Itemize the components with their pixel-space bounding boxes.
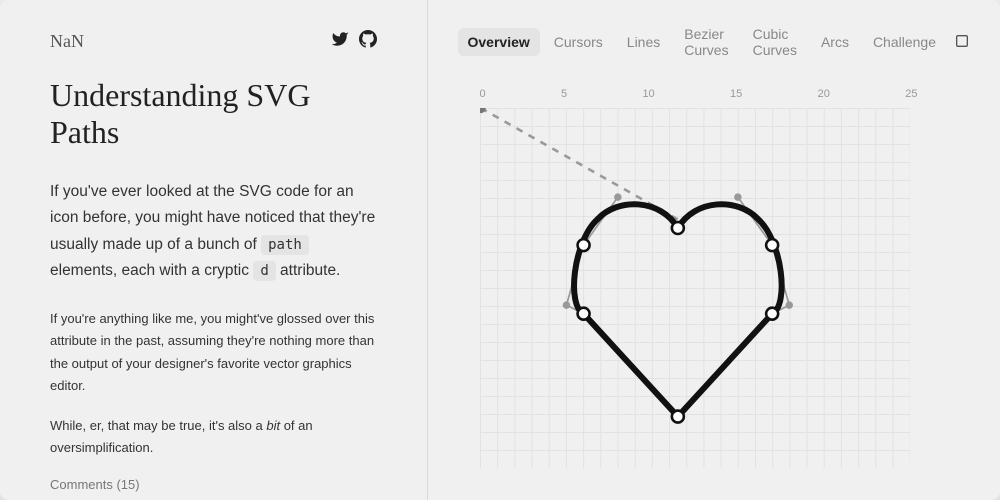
tab-cursors[interactable]: Cursors: [544, 28, 613, 56]
intro-paragraph: If you've ever looked at the SVG code fo…: [50, 179, 377, 284]
canvas-pane: Overview Cursors Lines Bezier Curves Cub…: [428, 0, 1000, 500]
body-paragraph-2: While, er, that may be true, it's also a…: [50, 415, 377, 459]
twitter-icon[interactable]: [331, 30, 349, 53]
control-point[interactable]: [734, 193, 742, 201]
comments-link[interactable]: Comments (15): [50, 477, 377, 492]
tab-arcs[interactable]: Arcs: [811, 28, 859, 56]
tick-label: 20: [818, 88, 830, 100]
tick-label: 10: [642, 88, 654, 100]
origin-point[interactable]: [480, 108, 486, 113]
tick-label: 5: [561, 88, 567, 100]
control-point[interactable]: [562, 301, 570, 309]
github-icon[interactable]: [359, 30, 377, 53]
tick-label: 0: [480, 88, 486, 100]
tab-overview[interactable]: Overview: [458, 28, 540, 56]
tab-cubic[interactable]: Cubic Curves: [743, 20, 807, 64]
heart-path-svg: [480, 108, 910, 468]
tab-challenge[interactable]: Challenge: [863, 28, 946, 56]
anchor-point[interactable]: [671, 222, 683, 234]
anchor-point[interactable]: [671, 411, 683, 423]
anchor-point[interactable]: [577, 308, 589, 320]
body-paragraph-1: If you're anything like me, you might've…: [50, 308, 377, 396]
social-links: [331, 30, 377, 53]
page-title: Understanding SVG Paths: [50, 77, 377, 151]
tick-label: 25: [905, 88, 917, 100]
tab-lines[interactable]: Lines: [617, 28, 670, 56]
axis-top: 0 5 10 15 20 25: [458, 88, 918, 106]
guide-line: [480, 108, 677, 219]
code-d: d: [253, 261, 275, 281]
code-path: path: [261, 235, 309, 255]
tick-label: 15: [730, 88, 742, 100]
tab-bezier[interactable]: Bezier Curves: [674, 20, 738, 64]
section-tabs: Overview Cursors Lines Bezier Curves Cub…: [458, 20, 971, 64]
svg-canvas[interactable]: 0 5 10 15 20 25: [458, 88, 918, 478]
article-pane: NaN Understanding SVG Paths If you've ev…: [0, 0, 428, 500]
header-row: NaN: [50, 30, 377, 53]
heart-path[interactable]: [574, 204, 782, 416]
site-logo[interactable]: NaN: [50, 31, 84, 52]
control-handle: [583, 197, 617, 245]
control-point[interactable]: [785, 301, 793, 309]
control-handle: [737, 197, 771, 245]
control-point[interactable]: [614, 193, 622, 201]
anchor-point[interactable]: [766, 239, 778, 251]
anchor-point[interactable]: [766, 308, 778, 320]
anchor-point[interactable]: [577, 239, 589, 251]
expand-icon[interactable]: [954, 33, 970, 52]
